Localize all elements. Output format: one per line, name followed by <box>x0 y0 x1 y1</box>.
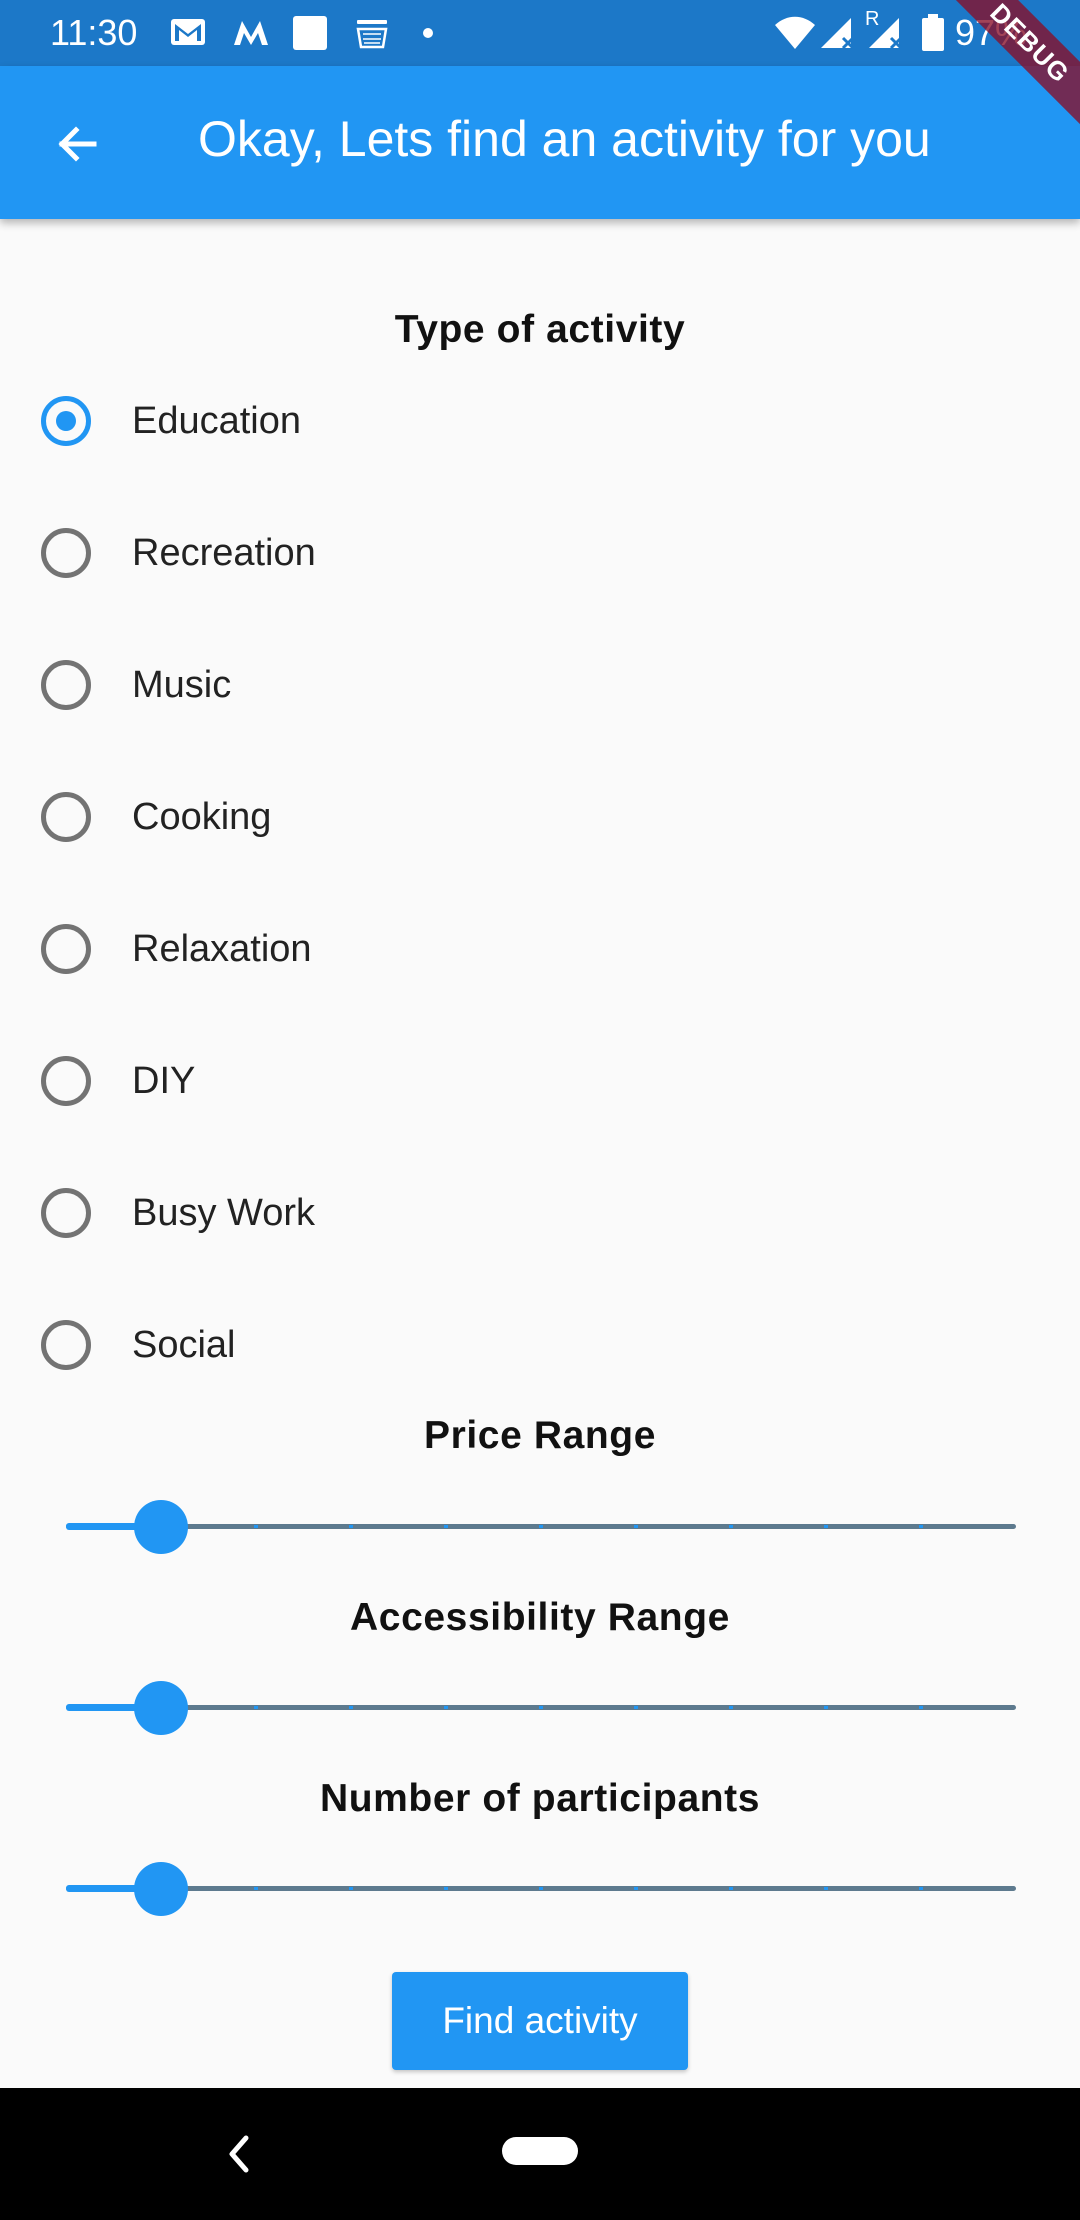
slider-tick <box>254 1706 258 1709</box>
accessibility-range-slider[interactable] <box>66 1678 1016 1738</box>
slider-tick <box>349 1887 353 1890</box>
slider-tick <box>444 1525 448 1528</box>
notification-dot-icon <box>423 28 433 38</box>
arrow-back-icon <box>58 126 97 162</box>
slider-tick <box>729 1887 733 1890</box>
status-time: 11:30 <box>50 12 138 53</box>
back-button[interactable] <box>30 96 126 192</box>
slider-tick <box>919 1706 923 1709</box>
radio-label: Busy Work <box>132 1192 316 1234</box>
radio-label: DIY <box>132 1060 196 1102</box>
slider-tick <box>444 1887 448 1890</box>
radio-button[interactable] <box>41 528 91 578</box>
radio-label: Relaxation <box>132 928 312 970</box>
amazon-icon <box>356 20 388 49</box>
page-title: Okay, Lets find an activity for you <box>198 111 931 167</box>
slider-thumb[interactable] <box>134 1500 188 1554</box>
slider-tick <box>824 1706 828 1709</box>
slider-tick <box>634 1706 638 1709</box>
radio-option-recreation[interactable]: Recreation <box>0 487 1080 619</box>
radio-button[interactable] <box>41 1320 91 1370</box>
radio-option-relaxation[interactable]: Relaxation <box>0 883 1080 1015</box>
find-activity-button[interactable]: Find activity <box>392 1972 688 2070</box>
activity-type-heading: Type of activity <box>394 308 686 351</box>
gmail-icon <box>171 19 205 45</box>
myntra-icon <box>234 21 268 45</box>
slider-tick <box>824 1525 828 1528</box>
radio-label: Recreation <box>132 532 316 574</box>
radio-label: Cooking <box>132 796 272 838</box>
price-range-heading: Price Range <box>423 1414 657 1457</box>
accessibility-range-heading: Accessibility Range <box>350 1596 730 1639</box>
radio-label: Music <box>132 664 232 706</box>
slider-tick <box>349 1706 353 1709</box>
radio-button-selected[interactable] <box>41 396 91 446</box>
radio-label: Education <box>132 400 302 442</box>
slider-thumb[interactable] <box>134 1681 188 1735</box>
participants-heading: Number of participants <box>319 1777 761 1820</box>
slider-tick <box>919 1887 923 1890</box>
radio-button[interactable] <box>41 792 91 842</box>
radio-button[interactable] <box>41 660 91 710</box>
battery-icon <box>922 14 944 51</box>
radio-option-music[interactable]: Music <box>0 619 1080 751</box>
radio-option-social[interactable]: Social <box>0 1279 1080 1411</box>
wifi-icon <box>775 16 815 49</box>
nav-back-icon[interactable] <box>222 2132 258 2176</box>
radio-option-education[interactable]: Education <box>0 355 1080 487</box>
slider-tick <box>729 1706 733 1709</box>
radio-button[interactable] <box>41 924 91 974</box>
slider-tick <box>349 1525 353 1528</box>
price-range-slider[interactable] <box>66 1497 1016 1557</box>
slider-tick <box>254 1525 258 1528</box>
slider-tick <box>634 1887 638 1890</box>
signal-icon <box>821 18 855 50</box>
radio-option-cooking[interactable]: Cooking <box>0 751 1080 883</box>
app-bar: Okay, Lets find an activity for you <box>0 66 1080 219</box>
slider-tick <box>729 1525 733 1528</box>
system-nav-bar <box>0 2088 1080 2220</box>
radio-button[interactable] <box>41 1188 91 1238</box>
slider-tick <box>824 1887 828 1890</box>
status-bar: 11:30 R <box>0 0 1080 66</box>
radio-option-diy[interactable]: DIY <box>0 1015 1080 1147</box>
radio-option-busy-work[interactable]: Busy Work <box>0 1147 1080 1279</box>
radio-label: Social <box>132 1324 236 1366</box>
participants-slider[interactable] <box>66 1859 1016 1919</box>
nav-home-pill-icon[interactable] <box>502 2137 578 2165</box>
slider-tick <box>254 1887 258 1890</box>
app-square-icon <box>293 16 327 50</box>
slider-tick <box>444 1706 448 1709</box>
slider-tick <box>919 1525 923 1528</box>
roaming-signal-icon <box>869 18 903 50</box>
slider-thumb[interactable] <box>134 1862 188 1916</box>
radio-button[interactable] <box>41 1056 91 1106</box>
slider-tick <box>634 1525 638 1528</box>
radio-dot <box>56 411 76 431</box>
slider-tick <box>539 1887 543 1890</box>
slider-tick <box>539 1706 543 1709</box>
slider-tick <box>539 1525 543 1528</box>
